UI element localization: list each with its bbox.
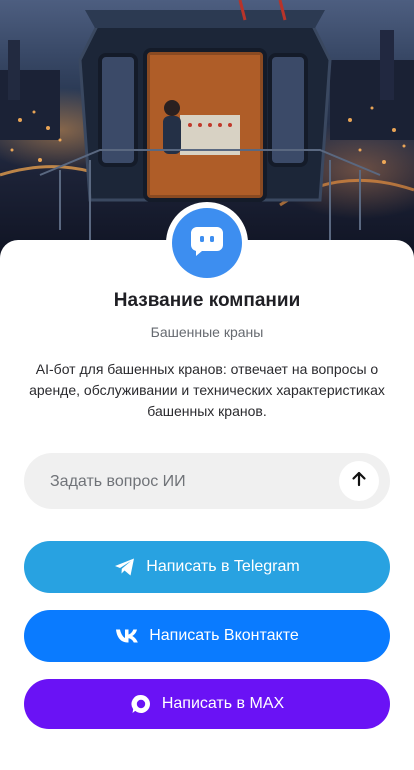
max-button-label: Написать в MAX: [161, 695, 285, 712]
write-vk-button[interactable]: Написать Вконтакте: [24, 610, 390, 662]
write-telegram-button[interactable]: Написать в Telegram: [24, 541, 390, 593]
send-button[interactable]: [339, 461, 379, 501]
write-max-button[interactable]: Написать в MAX: [24, 679, 390, 729]
bot-description: AI-бот для башенных кранов: отвечает на …: [29, 361, 385, 419]
avatar: [172, 208, 242, 278]
ask-ai-field[interactable]: [24, 453, 390, 511]
chat-bot-icon: [190, 224, 224, 263]
max-icon: [130, 693, 152, 715]
telegram-icon: [114, 557, 136, 577]
telegram-button-label: Написать в Telegram: [146, 558, 300, 575]
arrow-up-icon: [350, 470, 368, 493]
vk-icon: [115, 628, 139, 644]
company-subtitle: Башенные краны: [150, 324, 264, 340]
ask-ai-input[interactable]: [48, 453, 342, 511]
company-name: Название компании: [113, 290, 301, 311]
vk-button-label: Написать Вконтакте: [149, 627, 299, 644]
